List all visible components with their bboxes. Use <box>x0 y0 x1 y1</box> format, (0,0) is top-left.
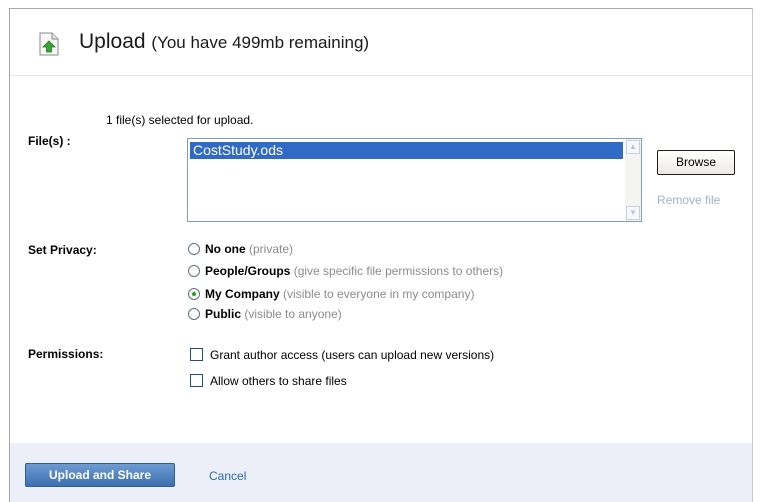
remove-file-link[interactable]: Remove file <box>657 193 720 207</box>
checkbox-label: Grant author access (users can upload ne… <box>210 348 495 362</box>
radio-selected-dot <box>192 292 196 296</box>
upload-and-share-button[interactable]: Upload and Share <box>25 463 175 487</box>
privacy-label: Set Privacy: <box>28 243 97 257</box>
option-hint: (private) <box>249 242 294 256</box>
checkbox[interactable] <box>190 348 203 361</box>
upload-dialog: Upload (You have 499mb remaining) 1 file… <box>9 8 753 502</box>
option-label: People/Groups <box>205 264 291 278</box>
radio-button[interactable] <box>188 308 200 320</box>
radio-button-selected[interactable] <box>188 288 200 300</box>
option-hint: (give specific file permissions to other… <box>293 264 504 278</box>
file-list-scrollbar[interactable]: ▲ ▼ <box>625 139 641 221</box>
scroll-up-icon[interactable]: ▲ <box>626 140 640 154</box>
dialog-footer: Upload and Share Cancel <box>10 443 752 502</box>
scroll-down-icon[interactable]: ▼ <box>626 206 640 220</box>
radio-button[interactable] <box>188 265 200 277</box>
permissions-label: Permissions: <box>28 347 104 361</box>
option-label: My Company <box>205 287 280 301</box>
dialog-title: Upload (You have 499mb remaining) <box>79 30 369 54</box>
title-text: Upload <box>79 30 146 53</box>
option-label: Public <box>205 307 242 321</box>
radio-button[interactable] <box>188 243 200 255</box>
selected-count-text: 1 file(s) selected for upload. <box>106 113 254 127</box>
option-hint: (visible to anyone) <box>244 307 342 321</box>
upload-icon <box>38 32 60 56</box>
file-listbox[interactable]: CostStudy.ods ▲ ▼ <box>187 138 642 222</box>
browse-button[interactable]: Browse <box>657 150 735 175</box>
checkbox[interactable] <box>190 374 203 387</box>
dialog-header: Upload (You have 499mb remaining) <box>10 9 752 76</box>
remaining-quota-text: (You have 499mb remaining) <box>151 33 370 52</box>
checkbox-label: Allow others to share files <box>210 374 347 388</box>
option-label: No one <box>205 242 246 256</box>
file-list-item[interactable]: CostStudy.ods <box>190 142 623 159</box>
files-label: File(s) : <box>28 134 71 148</box>
cancel-link[interactable]: Cancel <box>209 469 246 483</box>
option-hint: (visible to everyone in my company) <box>283 287 475 301</box>
